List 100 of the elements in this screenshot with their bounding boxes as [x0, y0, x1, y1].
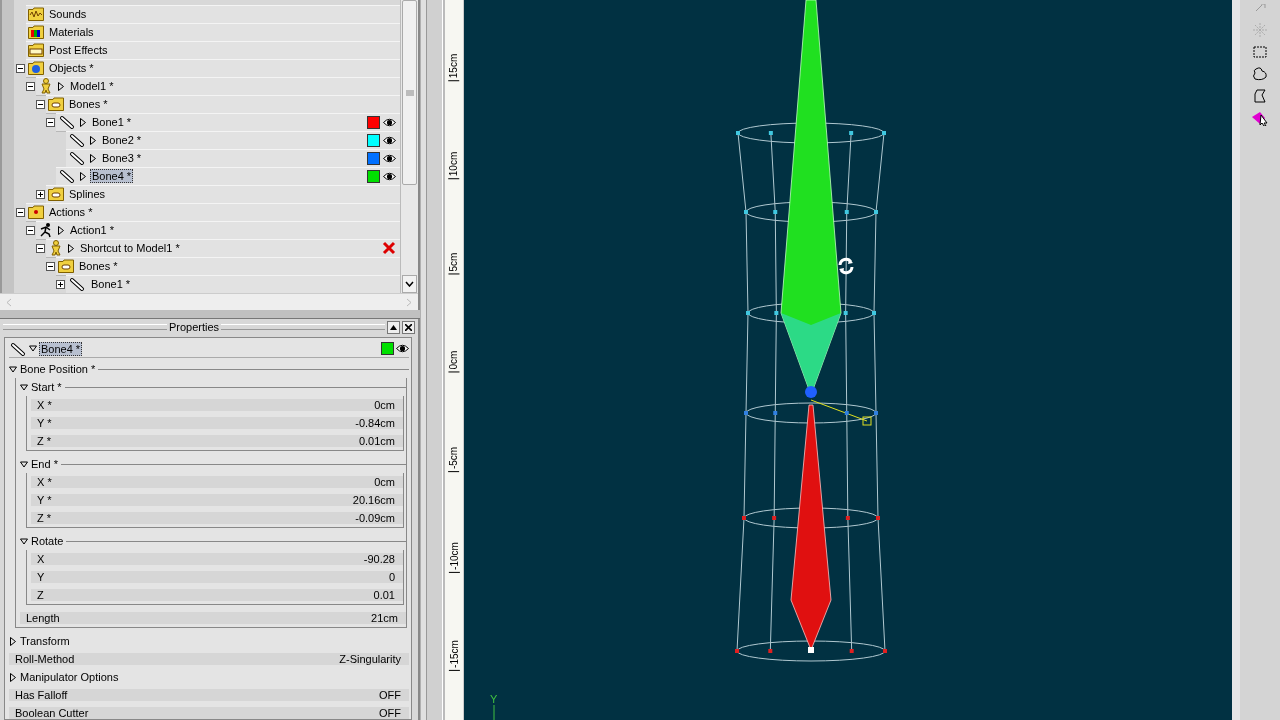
- lasso-select-icon: [1252, 67, 1268, 81]
- close-icon: [405, 323, 412, 331]
- ruler-label: -15cm: [448, 640, 460, 671]
- collapse-icon[interactable]: [15, 63, 25, 73]
- tree-item[interactable]: Bone4 *: [56, 166, 400, 186]
- expand-icon[interactable]: [55, 279, 65, 289]
- eye-icon[interactable]: [383, 153, 396, 163]
- property-value[interactable]: 21cm: [371, 612, 398, 624]
- collapse-arrow-icon[interactable]: [9, 364, 17, 374]
- object-name[interactable]: Bone4 *: [39, 341, 83, 356]
- eye-icon[interactable]: [396, 344, 409, 353]
- eye-icon[interactable]: [383, 135, 396, 145]
- tool-button[interactable]: [1250, 66, 1270, 82]
- tree-item[interactable]: Sounds: [26, 4, 400, 24]
- ruler-label: -5cm: [448, 446, 460, 473]
- property-label: Boolean Cutter: [15, 707, 89, 719]
- expand-icon[interactable]: [35, 189, 45, 199]
- property-label: Z *: [37, 435, 52, 447]
- collapse-arrow-icon[interactable]: [20, 382, 28, 392]
- close-button[interactable]: [402, 320, 415, 334]
- group-label[interactable]: Rotate: [31, 535, 64, 547]
- property-value[interactable]: 0cm: [374, 399, 395, 411]
- scroll-down-button[interactable]: [402, 275, 417, 293]
- property-value[interactable]: Z-Singularity: [339, 653, 401, 665]
- bone-icon: [68, 132, 86, 148]
- property-value[interactable]: 0: [388, 571, 395, 583]
- folder-icon: [48, 97, 64, 111]
- property-value[interactable]: -90.28: [363, 553, 395, 565]
- material-folder-icon: [28, 25, 44, 39]
- polygon-select-icon: [1253, 89, 1267, 103]
- runner-icon: [38, 222, 54, 238]
- group-label[interactable]: Transform: [20, 635, 70, 647]
- property-value[interactable]: OFF: [379, 707, 401, 719]
- viewport[interactable]: Y: [464, 0, 1232, 720]
- figure-icon: [48, 240, 64, 256]
- tree-item[interactable]: Splines: [46, 184, 400, 204]
- triangle-up-icon: [390, 324, 397, 330]
- eye-icon[interactable]: [383, 117, 396, 127]
- collapse-icon[interactable]: [15, 207, 25, 217]
- property-label: X *: [37, 399, 52, 411]
- collapse-icon[interactable]: [45, 117, 55, 127]
- property-value[interactable]: OFF: [379, 689, 401, 701]
- expand-arrow-icon[interactable]: [79, 171, 87, 181]
- expand-arrow-icon[interactable]: [89, 153, 97, 163]
- grip-icon: [405, 89, 414, 96]
- collapse-icon[interactable]: [35, 99, 45, 109]
- color-swatch[interactable]: [367, 169, 380, 183]
- group-label[interactable]: Bone Position *: [20, 363, 96, 375]
- collapse-arrow-icon[interactable]: [20, 459, 28, 469]
- group-label[interactable]: Manipulator Options: [20, 671, 119, 683]
- property-label: Y *: [37, 494, 52, 506]
- expand-arrow-icon[interactable]: [67, 243, 75, 253]
- group-label[interactable]: End *: [31, 458, 58, 470]
- tool-button[interactable]: [1250, 110, 1270, 126]
- ruler-label: 0cm: [448, 350, 460, 373]
- rotate-cursor-icon: [836, 256, 856, 276]
- property-value[interactable]: 0cm: [374, 476, 395, 488]
- ruler-label: -10cm: [448, 542, 460, 573]
- property-value[interactable]: 20.16cm: [352, 494, 395, 506]
- property-value[interactable]: 0.01: [373, 589, 395, 601]
- expand-arrow-icon[interactable]: [9, 672, 17, 682]
- color-swatch[interactable]: [381, 342, 394, 355]
- chevron-down-icon: [405, 281, 414, 287]
- bone-icon: [9, 340, 27, 357]
- collapse-arrow-icon[interactable]: [29, 344, 37, 353]
- property-value[interactable]: -0.84cm: [355, 417, 395, 429]
- property-label: Y: [37, 571, 45, 583]
- sparkle-icon: [1252, 22, 1268, 38]
- color-swatch[interactable]: [367, 151, 380, 165]
- property-value[interactable]: -0.09cm: [355, 512, 395, 524]
- color-swatch[interactable]: [367, 115, 380, 129]
- color-swatch[interactable]: [367, 133, 380, 147]
- expand-arrow-icon[interactable]: [79, 117, 87, 127]
- pin-icon: [1253, 4, 1267, 12]
- expand-arrow-icon[interactable]: [57, 225, 65, 235]
- scrollbar-thumb[interactable]: [402, 0, 417, 185]
- property-label: Has Falloff: [15, 689, 68, 701]
- bone-icon: [68, 276, 86, 292]
- expand-arrow-icon[interactable]: [9, 636, 17, 646]
- collapse-icon[interactable]: [45, 261, 55, 271]
- collapse-icon[interactable]: [25, 225, 35, 235]
- collapse-icon[interactable]: [25, 81, 35, 91]
- property-label: Z: [37, 589, 44, 601]
- figure-icon: [38, 78, 54, 94]
- ruler-label: 5cm: [448, 252, 460, 275]
- property-label: Y *: [37, 417, 52, 429]
- eye-icon[interactable]: [383, 171, 396, 181]
- collapse-icon[interactable]: [35, 243, 45, 253]
- collapse-panel-button[interactable]: [387, 320, 400, 334]
- pick-arrow-icon: [1251, 110, 1269, 126]
- expand-arrow-icon[interactable]: [57, 81, 65, 91]
- bone-icon: [58, 168, 76, 184]
- sound-folder-icon: [28, 7, 44, 21]
- group-label[interactable]: Start *: [31, 381, 62, 393]
- expand-arrow-icon[interactable]: [89, 135, 97, 145]
- panel-title: Properties: [168, 321, 220, 333]
- collapse-arrow-icon[interactable]: [20, 536, 28, 546]
- property-value[interactable]: 0.01cm: [358, 435, 395, 447]
- folder-icon: [28, 43, 44, 57]
- tree-item[interactable]: Actions *: [26, 202, 400, 222]
